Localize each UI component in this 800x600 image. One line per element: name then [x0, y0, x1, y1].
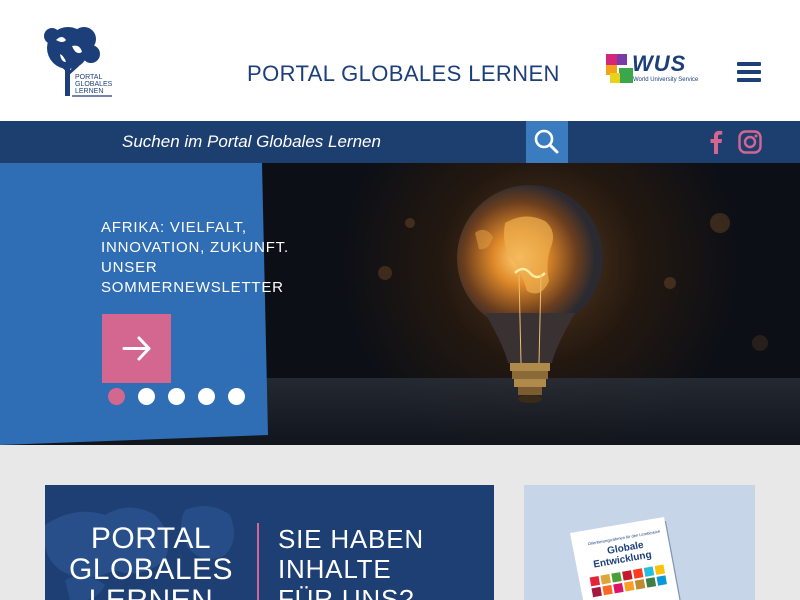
search-input[interactable]: [110, 121, 526, 163]
hero-slider: Afrika: Vielfalt, Innovation, Zukunft. U…: [0, 163, 800, 445]
book-cover-image: Orientierungsrahmen für den Lernbereich …: [570, 517, 681, 600]
slider-dot-4[interactable]: [198, 388, 215, 405]
wus-mark-icon: [606, 54, 633, 83]
promo-portal-title: PORTAL GLOBALES LERNEN: [68, 522, 234, 600]
instagram-link[interactable]: [738, 130, 762, 154]
hero-read-more-button[interactable]: [102, 314, 171, 383]
logo-text-1: PORTAL: [75, 74, 102, 81]
logo-text-2: GLOBALES: [75, 81, 113, 88]
portal-logo[interactable]: PORTAL GLOBALES LERNEN: [36, 22, 116, 100]
slider-dot-2[interactable]: [138, 388, 155, 405]
slider-dot-3[interactable]: [168, 388, 185, 405]
hamburger-menu-button[interactable]: [737, 62, 761, 82]
submit-content-promo[interactable]: PORTAL GLOBALES LERNEN SIE HABEN INHALTE…: [45, 485, 494, 600]
slider-dot-5[interactable]: [228, 388, 245, 405]
site-title[interactable]: PORTAL GLOBALES LERNEN: [247, 61, 560, 87]
logo-text-3: LERNEN: [75, 88, 103, 95]
arrow-right-icon: [122, 336, 151, 361]
slider-dot-1[interactable]: [108, 388, 125, 405]
promo-question: SIE HABEN INHALTE FÜR UNS?: [278, 524, 424, 600]
search-bar: [0, 121, 800, 163]
instagram-icon: [738, 130, 762, 154]
publication-card[interactable]: Orientierungsrahmen für den Lernbereich …: [524, 485, 755, 600]
wus-logo[interactable]: WUS World University Service: [606, 51, 706, 87]
search-button[interactable]: [526, 121, 568, 163]
promo-divider: [257, 523, 259, 600]
content-area: PORTAL GLOBALES LERNEN SIE HABEN INHALTE…: [0, 445, 800, 600]
hamburger-icon: [737, 62, 761, 66]
wus-subtitle: World University Service: [633, 77, 699, 83]
facebook-link[interactable]: [708, 130, 724, 154]
wus-name: WUS: [632, 51, 687, 76]
facebook-icon: [710, 130, 723, 154]
site-header: PORTAL GLOBALES LERNEN PORTAL GLOBALES L…: [0, 0, 800, 121]
search-icon: [534, 129, 559, 154]
tree-globe-icon: PORTAL GLOBALES LERNEN: [44, 27, 113, 97]
hero-headline[interactable]: Afrika: Vielfalt, Innovation, Zukunft. U…: [101, 218, 301, 298]
